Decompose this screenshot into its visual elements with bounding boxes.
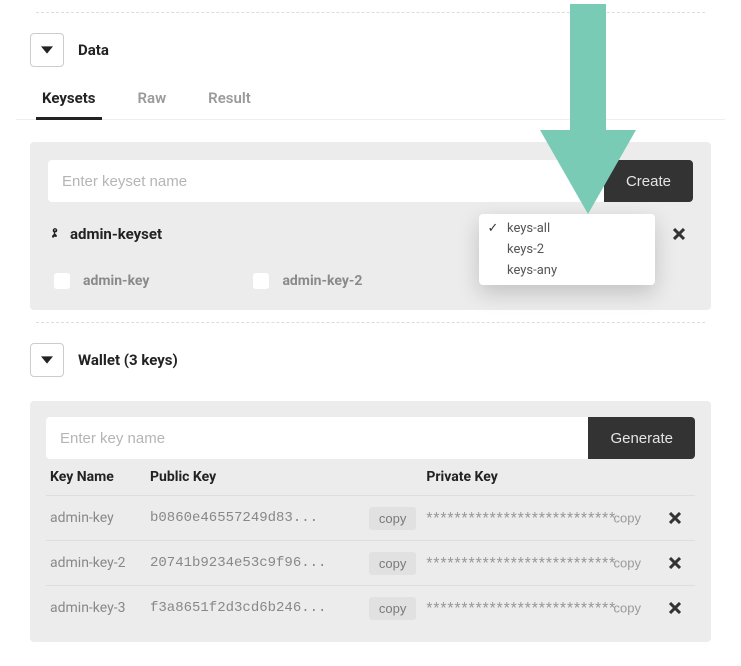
collapse-wallet-button[interactable] [30,343,64,377]
divider [36,12,705,13]
chevron-down-icon [41,44,53,56]
col-key-name: Key Name [46,459,146,496]
dropdown-item-keys-any[interactable]: keys-any [479,260,655,281]
dropdown-item-label: keys-2 [507,242,544,257]
tab-keysets[interactable]: Keysets [36,81,102,120]
cell-key-name: admin-key-2 [46,541,146,586]
close-icon [669,557,681,569]
table-row: admin-key-220741b9234e53c9f96...copy****… [46,541,695,586]
generate-button[interactable]: Generate [588,417,695,459]
table-row: admin-keyb0860e46557249d83...copy*******… [46,496,695,541]
delete-key-button[interactable] [661,594,689,622]
copy-private-button[interactable]: copy [608,510,647,527]
private-key-masked: *************************** [426,555,616,571]
checkbox[interactable] [253,273,269,289]
copy-public-button[interactable]: copy [369,507,416,530]
cell-private-key: ***************************copy [422,496,657,541]
dropdown-item-label: keys-any [507,263,557,278]
cell-key-name: admin-key [46,496,146,541]
tabs: Keysets Raw Result [16,81,725,120]
col-private-key: Private Key [422,459,657,496]
dropdown-item-keys-2[interactable]: keys-2 [479,239,655,260]
cell-private-key: ***************************copy [422,541,657,586]
table-row: admin-key-3f3a8651f2d3cd6b246...copy****… [46,586,695,631]
check-icon: ✓ [487,221,499,236]
checkbox-label: admin-key [83,273,149,289]
keysets-panel: Create admin-keyset admin-key [30,142,711,310]
copy-private-button[interactable]: copy [608,600,647,617]
cell-key-name: admin-key-3 [46,586,146,631]
wallet-table: Key Name Public Key Private Key admin-ke… [46,459,695,630]
close-icon [669,602,681,614]
key-check-admin-key-2[interactable]: admin-key-2 [249,270,362,292]
copy-public-button[interactable]: copy [369,597,416,620]
private-key-masked: *************************** [426,510,616,526]
delete-key-button[interactable] [661,549,689,577]
cell-public-key: 20741b9234e53c9f96... [146,541,365,586]
checkbox[interactable] [54,273,70,289]
col-public-key: Public Key [146,459,422,496]
chevron-down-icon [41,354,53,366]
cell-public-key: f3a8651f2d3cd6b246... [146,586,365,631]
predicate-dropdown[interactable]: ✓ keys-all keys-2 keys-any [479,214,655,285]
key-name-input[interactable] [46,417,588,459]
checkbox-label: admin-key-2 [282,273,362,289]
dropdown-item-label: keys-all [507,221,550,236]
private-key-masked: *************************** [426,600,616,616]
keyset-icon [48,227,62,241]
close-icon [673,228,685,240]
keyset-name-input[interactable] [48,160,604,202]
create-button[interactable]: Create [604,160,693,202]
tab-raw[interactable]: Raw [132,81,173,119]
key-check-admin-key[interactable]: admin-key [50,270,149,292]
close-icon [669,512,681,524]
divider [36,322,705,323]
collapse-data-button[interactable] [30,33,64,67]
dropdown-item-keys-all[interactable]: ✓ keys-all [479,218,655,239]
copy-public-button[interactable]: copy [369,552,416,575]
cell-public-key: b0860e46557249d83... [146,496,365,541]
tab-result[interactable]: Result [202,81,257,119]
delete-key-button[interactable] [661,504,689,532]
delete-keyset-button[interactable] [665,220,693,248]
wallet-panel: Generate Key Name Public Key Private Key… [30,401,711,642]
keyset-name: admin-keyset [70,225,162,243]
cell-private-key: ***************************copy [422,586,657,631]
copy-private-button[interactable]: copy [608,555,647,572]
section-title-data: Data [78,41,109,59]
section-title-wallet: Wallet (3 keys) [78,351,178,369]
